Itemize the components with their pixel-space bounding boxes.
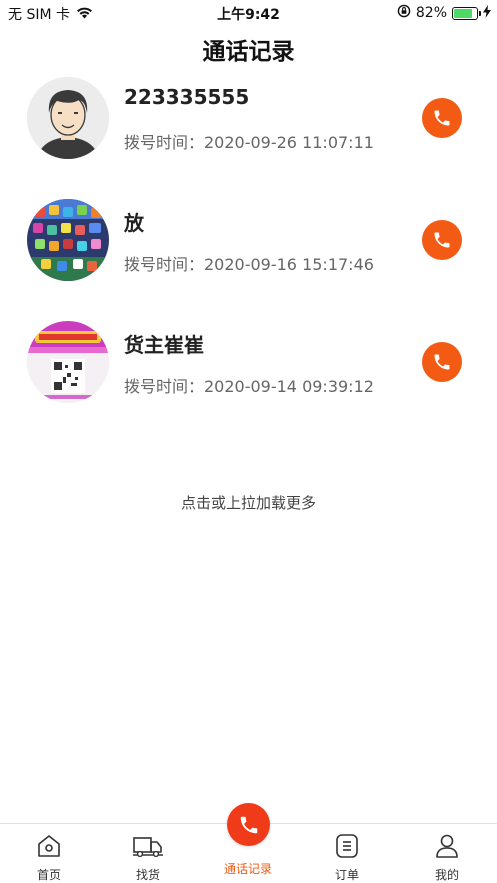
contact-name: 货主崔崔	[124, 333, 204, 357]
call-button[interactable]	[422, 220, 462, 260]
call-record-row[interactable]: 放 拨号时间：2020-09-16 15:17:46	[0, 199, 497, 321]
dial-time: 拨号时间：2020-09-26 11:07:11	[124, 133, 374, 152]
phone-icon	[240, 816, 257, 833]
call-record-row[interactable]: 223335555 拨号时间：2020-09-26 11:07:11	[0, 77, 497, 199]
tab-orders-label: 订单	[334, 868, 359, 882]
battery-fill	[454, 8, 473, 18]
call-button[interactable]	[422, 342, 462, 382]
tab-call-log-label[interactable]: 通话记录	[208, 860, 288, 877]
tab-orders[interactable]: 订单	[307, 824, 387, 883]
tab-find-goods[interactable]: 找货	[108, 824, 188, 883]
contact-name: 223335555	[124, 85, 250, 109]
battery-icon	[452, 6, 481, 20]
qr-poster-avatar	[27, 321, 109, 403]
app-icons-collage-avatar	[27, 199, 109, 281]
nav-header: 通话记录	[0, 30, 497, 74]
tab-mine-label: 我的	[434, 868, 459, 882]
call-record-row[interactable]: 货主崔崔 拨号时间：2020-09-14 09:39:12	[0, 321, 497, 443]
home-icon	[38, 835, 60, 857]
truck-icon	[133, 837, 163, 858]
status-bar: 无 SIM 卡 上午9:42 82%	[0, 0, 497, 26]
tab-find-goods-label: 找货	[135, 868, 160, 882]
orientation-lock-icon	[397, 4, 411, 22]
tab-home[interactable]: 首页	[9, 824, 89, 883]
tab-home-label: 首页	[36, 868, 61, 882]
tab-call-log-button[interactable]	[227, 803, 270, 846]
dial-time: 拨号时间：2020-09-16 15:17:46	[124, 255, 374, 274]
load-more-button[interactable]: 点击或上拉加载更多	[0, 492, 497, 513]
page-title: 通话记录	[202, 39, 295, 65]
cartoon-man-avatar	[27, 77, 109, 159]
phone-icon	[434, 354, 450, 370]
contact-name: 放	[124, 211, 144, 235]
charging-icon	[483, 4, 491, 22]
user-icon	[436, 834, 458, 858]
phone-icon	[434, 110, 450, 126]
tab-mine[interactable]: 我的	[407, 824, 487, 883]
phone-icon	[434, 232, 450, 248]
order-list-icon	[336, 834, 358, 858]
bottom-tab-bar: 首页 找货 通话记录 订单 我的	[0, 803, 497, 883]
battery-percent: 82%	[415, 5, 447, 21]
call-button[interactable]	[422, 98, 462, 138]
status-right: 82%	[397, 4, 491, 22]
dial-time: 拨号时间：2020-09-14 09:39:12	[124, 377, 374, 396]
